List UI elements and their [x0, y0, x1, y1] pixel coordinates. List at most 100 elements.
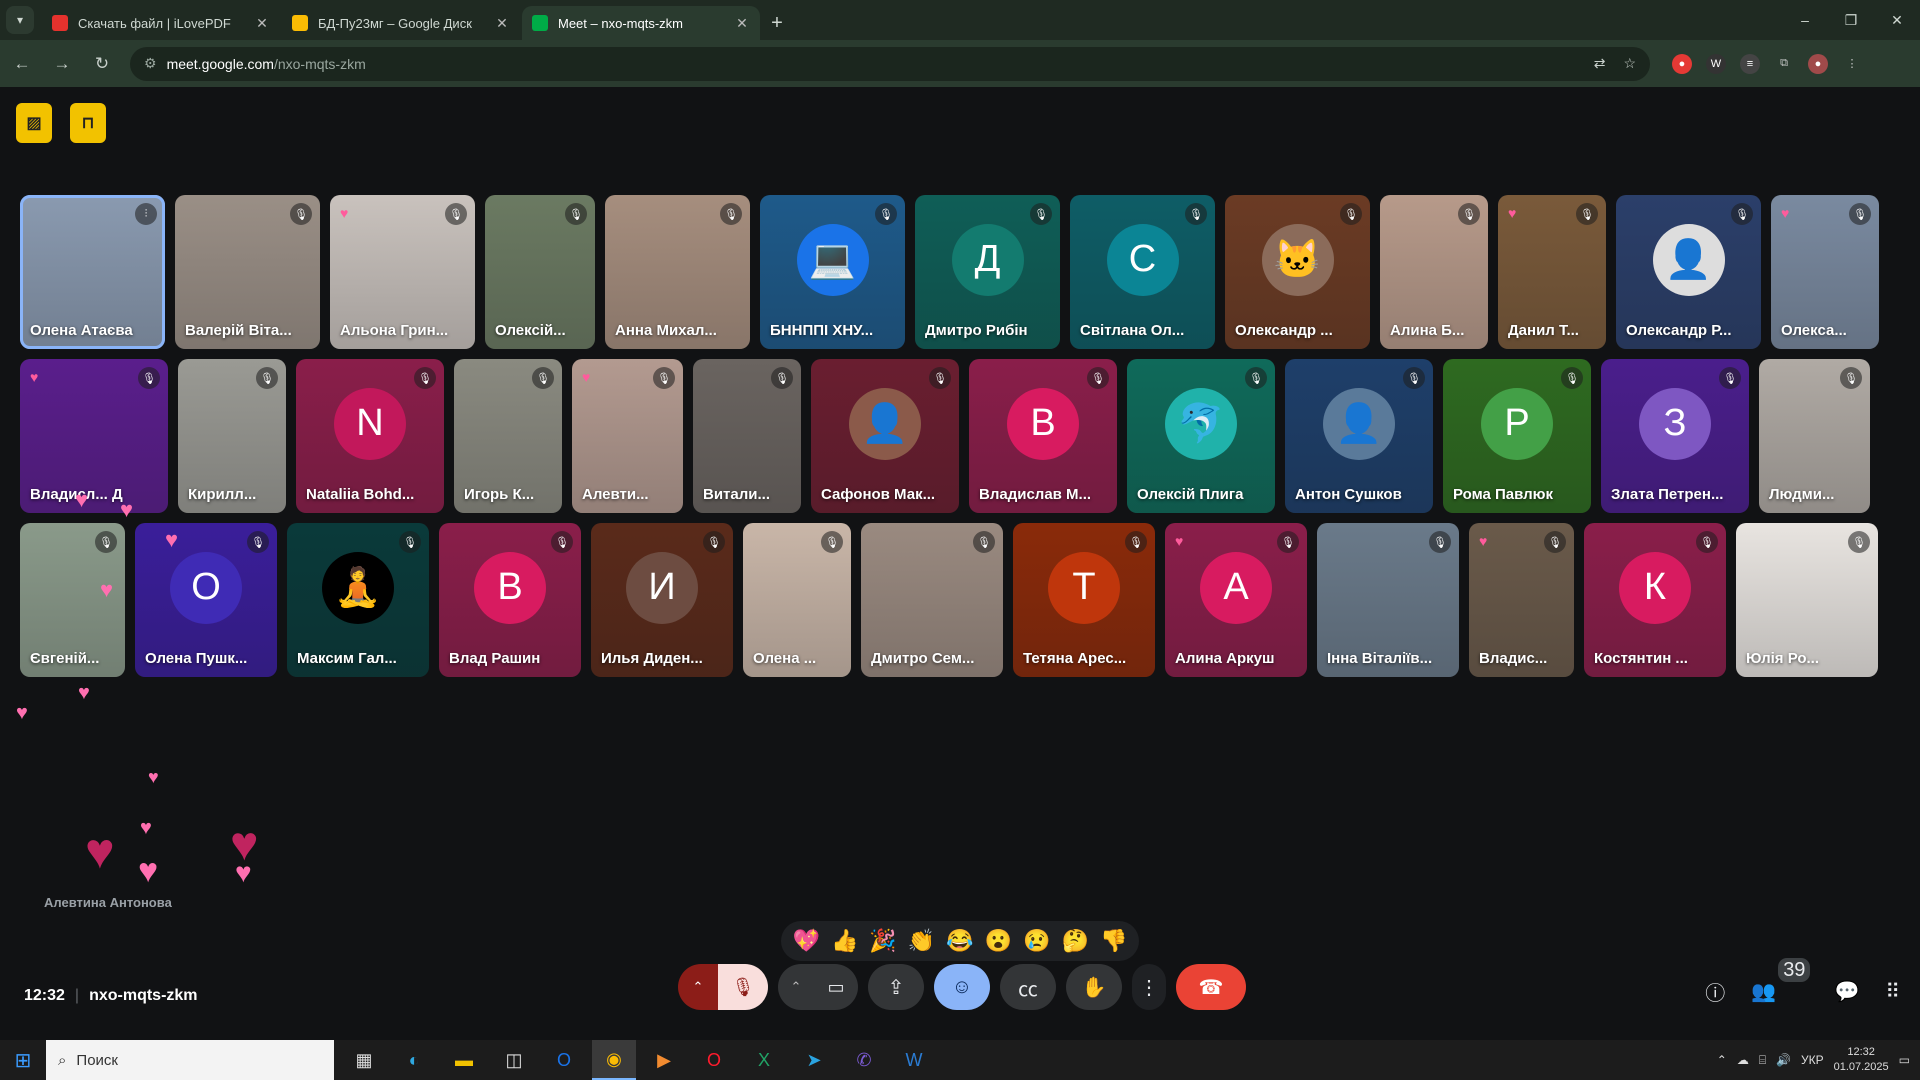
excel-icon[interactable]: X: [742, 1040, 786, 1080]
camera-button[interactable]: ▭: [814, 964, 858, 1010]
participant-tile[interactable]: 🐬 🎙 Олексій Плига: [1127, 359, 1275, 513]
chat-icon[interactable]: 💬: [1834, 979, 1859, 1004]
reaction-emoji-button[interactable]: 😮: [985, 928, 1012, 954]
emoji-reactions-button[interactable]: ☺: [934, 964, 990, 1010]
participant-tile[interactable]: З 🎙 Злата Петрен...: [1601, 359, 1749, 513]
reaction-emoji-button[interactable]: 🎉: [869, 928, 896, 954]
viber-icon[interactable]: ✆: [842, 1040, 886, 1080]
reaction-emoji-button[interactable]: 💖: [793, 928, 820, 954]
participant-tile[interactable]: 🎙 Людми...: [1759, 359, 1870, 513]
participant-tile[interactable]: 💻 🎙 БННППІ ХНУ...: [760, 195, 905, 349]
tab-close-icon[interactable]: ✕: [494, 15, 510, 32]
extensions-puzzle-icon[interactable]: ⧉: [1774, 54, 1794, 74]
word-icon[interactable]: W: [892, 1040, 936, 1080]
activities-icon[interactable]: ⠿: [1885, 979, 1900, 1004]
tab-close-icon[interactable]: ✕: [254, 15, 270, 32]
participant-tile[interactable]: 🎙 Алина Б...: [1380, 195, 1488, 349]
reaction-emoji-button[interactable]: 😢: [1023, 928, 1050, 954]
site-info-icon[interactable]: ⚙: [144, 55, 157, 72]
forward-button[interactable]: →: [44, 46, 80, 82]
extension-icon[interactable]: W: [1706, 53, 1726, 74]
translate-icon[interactable]: ⇄: [1594, 55, 1606, 72]
more-options-button[interactable]: ⋮: [1132, 964, 1166, 1010]
taskbar-search[interactable]: ⌕ Поиск: [46, 1040, 334, 1080]
participant-tile[interactable]: В 🎙 Влад Рашин: [439, 523, 581, 677]
tab-close-icon[interactable]: ✕: [734, 15, 750, 32]
participant-tile[interactable]: ♥ 🎙 Владисл... Д: [20, 359, 168, 513]
captions-button[interactable]: ㏄: [1000, 964, 1056, 1010]
back-button[interactable]: ←: [4, 46, 40, 82]
raise-hand-button[interactable]: ✋: [1066, 964, 1122, 1010]
browser-tab[interactable]: БД-Пу23мг – Google Диск ✕: [282, 6, 520, 40]
audio-settings-arrow[interactable]: ⌃: [678, 964, 718, 1010]
browser-menu-icon[interactable]: ⋮: [1842, 54, 1862, 74]
participant-tile[interactable]: 🎙 Валерій Віта...: [175, 195, 320, 349]
chrome-icon[interactable]: ◉: [592, 1040, 636, 1080]
cloud-icon[interactable]: ☁: [1737, 1053, 1749, 1067]
participant-tile[interactable]: 🎙 Юлія Ро...: [1736, 523, 1878, 677]
layout-button[interactable]: ⊓: [70, 103, 106, 143]
participant-tile[interactable]: ♥ 🎙 Владис...: [1469, 523, 1574, 677]
windows-start-icon[interactable]: ⊞: [0, 1040, 46, 1080]
participant-tile[interactable]: N 🎙 Nataliia Bohd...: [296, 359, 444, 513]
edge-icon[interactable]: ◐: [392, 1040, 436, 1080]
participant-tile[interactable]: 🎙 Кирилл...: [178, 359, 286, 513]
reaction-emoji-button[interactable]: 🤔: [1062, 928, 1089, 954]
microphone-muted-button[interactable]: 🎙: [718, 964, 768, 1010]
participant-tile[interactable]: 👤 🎙 Сафонов Мак...: [811, 359, 959, 513]
tray-overflow-icon[interactable]: ⌃: [1717, 1053, 1727, 1067]
reaction-emoji-button[interactable]: 👎: [1100, 928, 1127, 954]
participant-tile[interactable]: 🧘 🎙 Максим Гал...: [287, 523, 429, 677]
participant-tile[interactable]: 👤 🎙 Антон Сушков: [1285, 359, 1433, 513]
profile-avatar[interactable]: ●: [1808, 53, 1828, 74]
outlook-icon[interactable]: O: [542, 1040, 586, 1080]
participant-tile[interactable]: 🐱 🎙 Олександр ...: [1225, 195, 1370, 349]
participant-tile[interactable]: К 🎙 Костянтин ...: [1584, 523, 1726, 677]
participant-tile[interactable]: 🎙 Витали...: [693, 359, 801, 513]
reaction-emoji-button[interactable]: 👍: [831, 928, 858, 954]
restore-button[interactable]: ❐: [1828, 0, 1874, 40]
browser-tab[interactable]: Скачать файл | iLovePDF ✕: [42, 6, 280, 40]
minimize-button[interactable]: –: [1782, 0, 1828, 40]
extension-icon[interactable]: ●: [1672, 53, 1692, 74]
network-icon[interactable]: ⌸: [1759, 1053, 1766, 1068]
people-icon[interactable]: 👥39: [1751, 958, 1811, 1004]
tab-search-button[interactable]: ▾: [6, 6, 34, 34]
notifications-icon[interactable]: ▭: [1899, 1053, 1910, 1067]
participant-tile[interactable]: ♥ 🎙 Данил Т...: [1498, 195, 1606, 349]
participant-tile[interactable]: 🎙 Анна Михал...: [605, 195, 750, 349]
taskbar-clock[interactable]: 12:32 01.07.2025: [1834, 1045, 1889, 1075]
participant-tile[interactable]: 👤 🎙 Олександр Р...: [1616, 195, 1761, 349]
participant-tile[interactable]: 🎙 Игорь К...: [454, 359, 562, 513]
participant-tile[interactable]: 🎙 Дмитро Сем...: [861, 523, 1003, 677]
task-view-icon[interactable]: ▦: [342, 1040, 386, 1080]
participant-tile[interactable]: ⫶ Олена Атаєва: [20, 195, 165, 349]
participant-tile[interactable]: ♥ 🎙 Олекса...: [1771, 195, 1879, 349]
participant-tile[interactable]: 🎙 Олексій...: [485, 195, 595, 349]
address-bar[interactable]: ⚙ meet.google.com/nxo-mqts-zkm ⇄ ☆: [130, 46, 1650, 81]
close-window-button[interactable]: ✕: [1874, 0, 1920, 40]
input-language[interactable]: УКР: [1801, 1053, 1824, 1067]
present-screen-button[interactable]: ⇪: [868, 964, 924, 1010]
file-explorer-icon[interactable]: ▬: [442, 1040, 486, 1080]
hidden-tiles-button[interactable]: ▨: [16, 103, 52, 143]
extension-icon[interactable]: ≡: [1740, 53, 1760, 74]
participant-tile[interactable]: В 🎙 Владислав М...: [969, 359, 1117, 513]
new-tab-button[interactable]: +: [762, 6, 792, 40]
participant-tile[interactable]: С 🎙 Світлана Ол...: [1070, 195, 1215, 349]
participant-tile[interactable]: А ♥ 🎙 Алина Аркуш: [1165, 523, 1307, 677]
meeting-details-icon[interactable]: ⓘ: [1705, 977, 1725, 1006]
participant-tile[interactable]: Р 🎙 Рома Павлюк: [1443, 359, 1591, 513]
opera-icon[interactable]: O: [692, 1040, 736, 1080]
store-icon[interactable]: ◫: [492, 1040, 536, 1080]
reload-button[interactable]: ↻: [84, 46, 120, 82]
participant-tile[interactable]: О 🎙 Олена Пушк...: [135, 523, 277, 677]
media-player-icon[interactable]: ▶: [642, 1040, 686, 1080]
reaction-emoji-button[interactable]: 😂: [946, 928, 973, 954]
participant-tile[interactable]: ♥ 🎙 Альона Грин...: [330, 195, 475, 349]
volume-icon[interactable]: 🔊: [1776, 1053, 1791, 1067]
participant-tile[interactable]: 🎙 Інна Віталіїв...: [1317, 523, 1459, 677]
browser-tab[interactable]: Meet – nxo-mqts-zkm ✕: [522, 6, 760, 40]
video-settings-arrow[interactable]: ⌃: [778, 964, 814, 1010]
telegram-icon[interactable]: ➤: [792, 1040, 836, 1080]
